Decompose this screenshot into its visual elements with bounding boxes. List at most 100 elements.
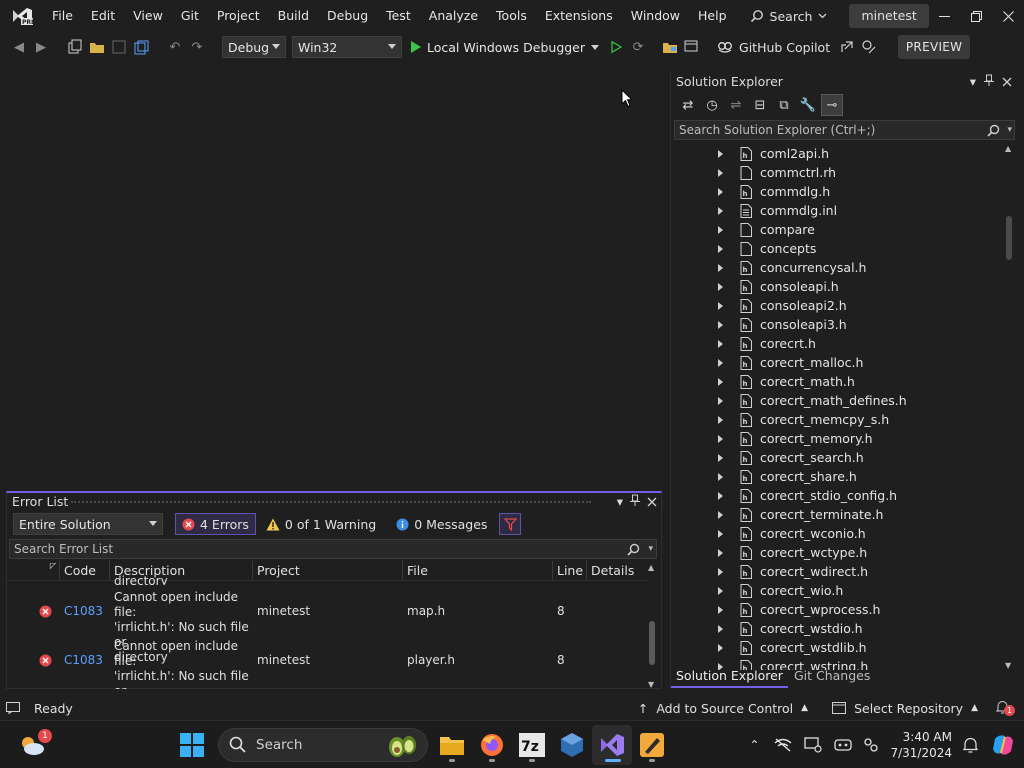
tree-item[interactable]: h corecrt_wstdio.h [671,619,1003,638]
tree-item[interactable]: commctrl.rh [671,163,1003,182]
menu-item-help[interactable]: Help [689,0,736,32]
minimize-button[interactable] [929,0,961,32]
history-icon[interactable]: ◷ [701,94,723,116]
scrollbar-thumb[interactable] [649,621,655,665]
menu-item-extensions[interactable]: Extensions [536,0,622,32]
menu-item-debug[interactable]: Debug [318,0,377,32]
expand-arrow-icon[interactable] [718,472,723,481]
scroll-up-icon[interactable]: ▲ [648,563,654,572]
tree-item[interactable]: h coml2api.h [671,144,1003,163]
error-row[interactable]: C1083 Cannot open include file:'irrlicht.… [7,637,649,689]
switch-views-icon[interactable]: ⇄ [677,94,699,116]
menu-item-build[interactable]: Build [269,0,318,32]
configuration-dropdown[interactable]: Debug [222,36,286,58]
solution-explorer-scrollbar[interactable]: ▲ ▼ [1004,144,1014,670]
tree-item[interactable]: h corecrt_search.h [671,448,1003,467]
navigate-forward-icon[interactable]: ▶ [30,36,52,58]
new-item-icon[interactable] [64,36,86,58]
notifications-button[interactable]: 1 [995,700,1015,716]
expand-arrow-icon[interactable] [718,453,723,462]
tree-item[interactable]: h consoleapi.h [671,277,1003,296]
network-offline-icon[interactable] [768,725,798,765]
tree-item[interactable]: h corecrt_memory.h [671,429,1003,448]
visual-studio-app[interactable] [592,724,632,765]
error-code-link[interactable]: C1083 [60,588,110,637]
tree-item[interactable]: h corecrt_share.h [671,467,1003,486]
expand-arrow-icon[interactable] [718,282,723,291]
drag-grip[interactable] [71,501,591,504]
expand-arrow-icon[interactable] [718,320,723,329]
messages-filter-toggle[interactable]: 0 Messages [396,517,487,532]
expand-arrow-icon[interactable] [718,643,723,652]
menu-item-analyze[interactable]: Analyze [420,0,487,32]
system-clock[interactable]: 3:40 AM 7/31/2024 [890,729,952,761]
expand-arrow-icon[interactable] [718,168,723,177]
platform-dropdown[interactable]: Win32 [292,36,402,58]
error-row[interactable]: C1083 Cannot open include file:'irrlicht.… [7,588,649,664]
expand-arrow-icon[interactable] [718,605,723,614]
weather-widget[interactable]: 1 [12,725,52,765]
errors-filter-toggle[interactable]: 4 Errors [175,513,256,535]
tree-item[interactable]: h corecrt_wctype.h [671,543,1003,562]
expand-arrow-icon[interactable] [718,548,723,557]
expand-arrow-icon[interactable] [718,225,723,234]
pin-icon[interactable] [984,72,994,92]
expand-arrow-icon[interactable] [718,529,723,538]
tree-item[interactable]: concepts [671,239,1003,258]
navigate-back-icon[interactable]: ◀ [8,36,30,58]
menu-item-edit[interactable]: Edit [82,0,124,32]
expand-arrow-icon[interactable] [718,396,723,405]
expand-arrow-icon[interactable] [718,586,723,595]
menu-item-view[interactable]: View [124,0,172,32]
preview-selected-icon[interactable]: ⊸ [821,94,843,116]
close-window-button[interactable] [992,0,1024,32]
expand-arrow-icon[interactable] [718,339,723,348]
close-panel-icon[interactable] [647,494,657,511]
menu-item-window[interactable]: Window [622,0,689,32]
visual-studio-logo-icon[interactable]: PRE [11,7,33,25]
preview-button[interactable]: PREVIEW [898,35,971,59]
error-list-scrollbar[interactable]: ▲ ▼ [647,563,657,689]
expand-arrow-icon[interactable] [718,206,723,215]
copilot-tray-icon[interactable] [828,725,858,765]
warnings-filter-toggle[interactable]: 0 of 1 Warning [266,517,376,532]
display-icon[interactable] [798,725,828,765]
project-name-badge[interactable]: minetest [849,4,929,28]
menu-item-tools[interactable]: Tools [487,0,536,32]
error-code-link[interactable]: C1083 [60,637,110,686]
7zip-app[interactable]: 7z [512,725,552,765]
open-folder-icon[interactable] [86,36,108,58]
scroll-down-icon[interactable]: ▼ [648,680,654,689]
column-line[interactable]: Line [553,561,587,580]
tree-item[interactable]: h corecrt_wprocess.h [671,600,1003,619]
expand-arrow-icon[interactable] [718,624,723,633]
scrollbar-thumb[interactable] [1006,216,1012,260]
show-all-files-icon[interactable]: ⧉ [773,94,795,116]
tree-item[interactable]: commdlg.inl [671,201,1003,220]
menu-item-project[interactable]: Project [208,0,269,32]
tab-git-changes[interactable]: Git Changes [788,666,876,688]
tree-item[interactable]: h corecrt_malloc.h [671,353,1003,372]
tree-item[interactable]: h corecrt_math.h [671,372,1003,391]
taskbar-search-box[interactable]: Search [218,727,428,762]
save-all-icon[interactable] [130,36,152,58]
tree-item[interactable]: h corecrt_wio.h [671,581,1003,600]
tree-item[interactable]: h corecrt_wconio.h [671,524,1003,543]
search-button[interactable]: Search [742,4,836,28]
feedback-icon[interactable] [858,36,880,58]
menu-item-test[interactable]: Test [377,0,420,32]
expand-arrow-icon[interactable] [718,244,723,253]
solution-explorer-search-input[interactable]: Search Solution Explorer (Ctrl+;) ▾ [674,120,1015,140]
tree-item[interactable]: h concurrencysal.h [671,258,1003,277]
output-window-icon[interactable] [6,702,20,714]
hot-reload-icon[interactable]: ⟳ [627,36,649,58]
tree-item[interactable]: h corecrt_wstdlib.h [671,638,1003,657]
browse-folder-icon[interactable] [659,36,681,58]
tree-item[interactable]: h corecrt_math_defines.h [671,391,1003,410]
select-repository-button[interactable]: Select Repository ▲ [832,701,978,716]
layout-icon[interactable] [681,36,703,58]
expand-arrow-icon[interactable] [718,510,723,519]
expand-arrow-icon[interactable] [718,149,723,158]
firefox-app[interactable] [472,725,512,765]
scroll-up-icon[interactable]: ▲ [1005,144,1011,153]
